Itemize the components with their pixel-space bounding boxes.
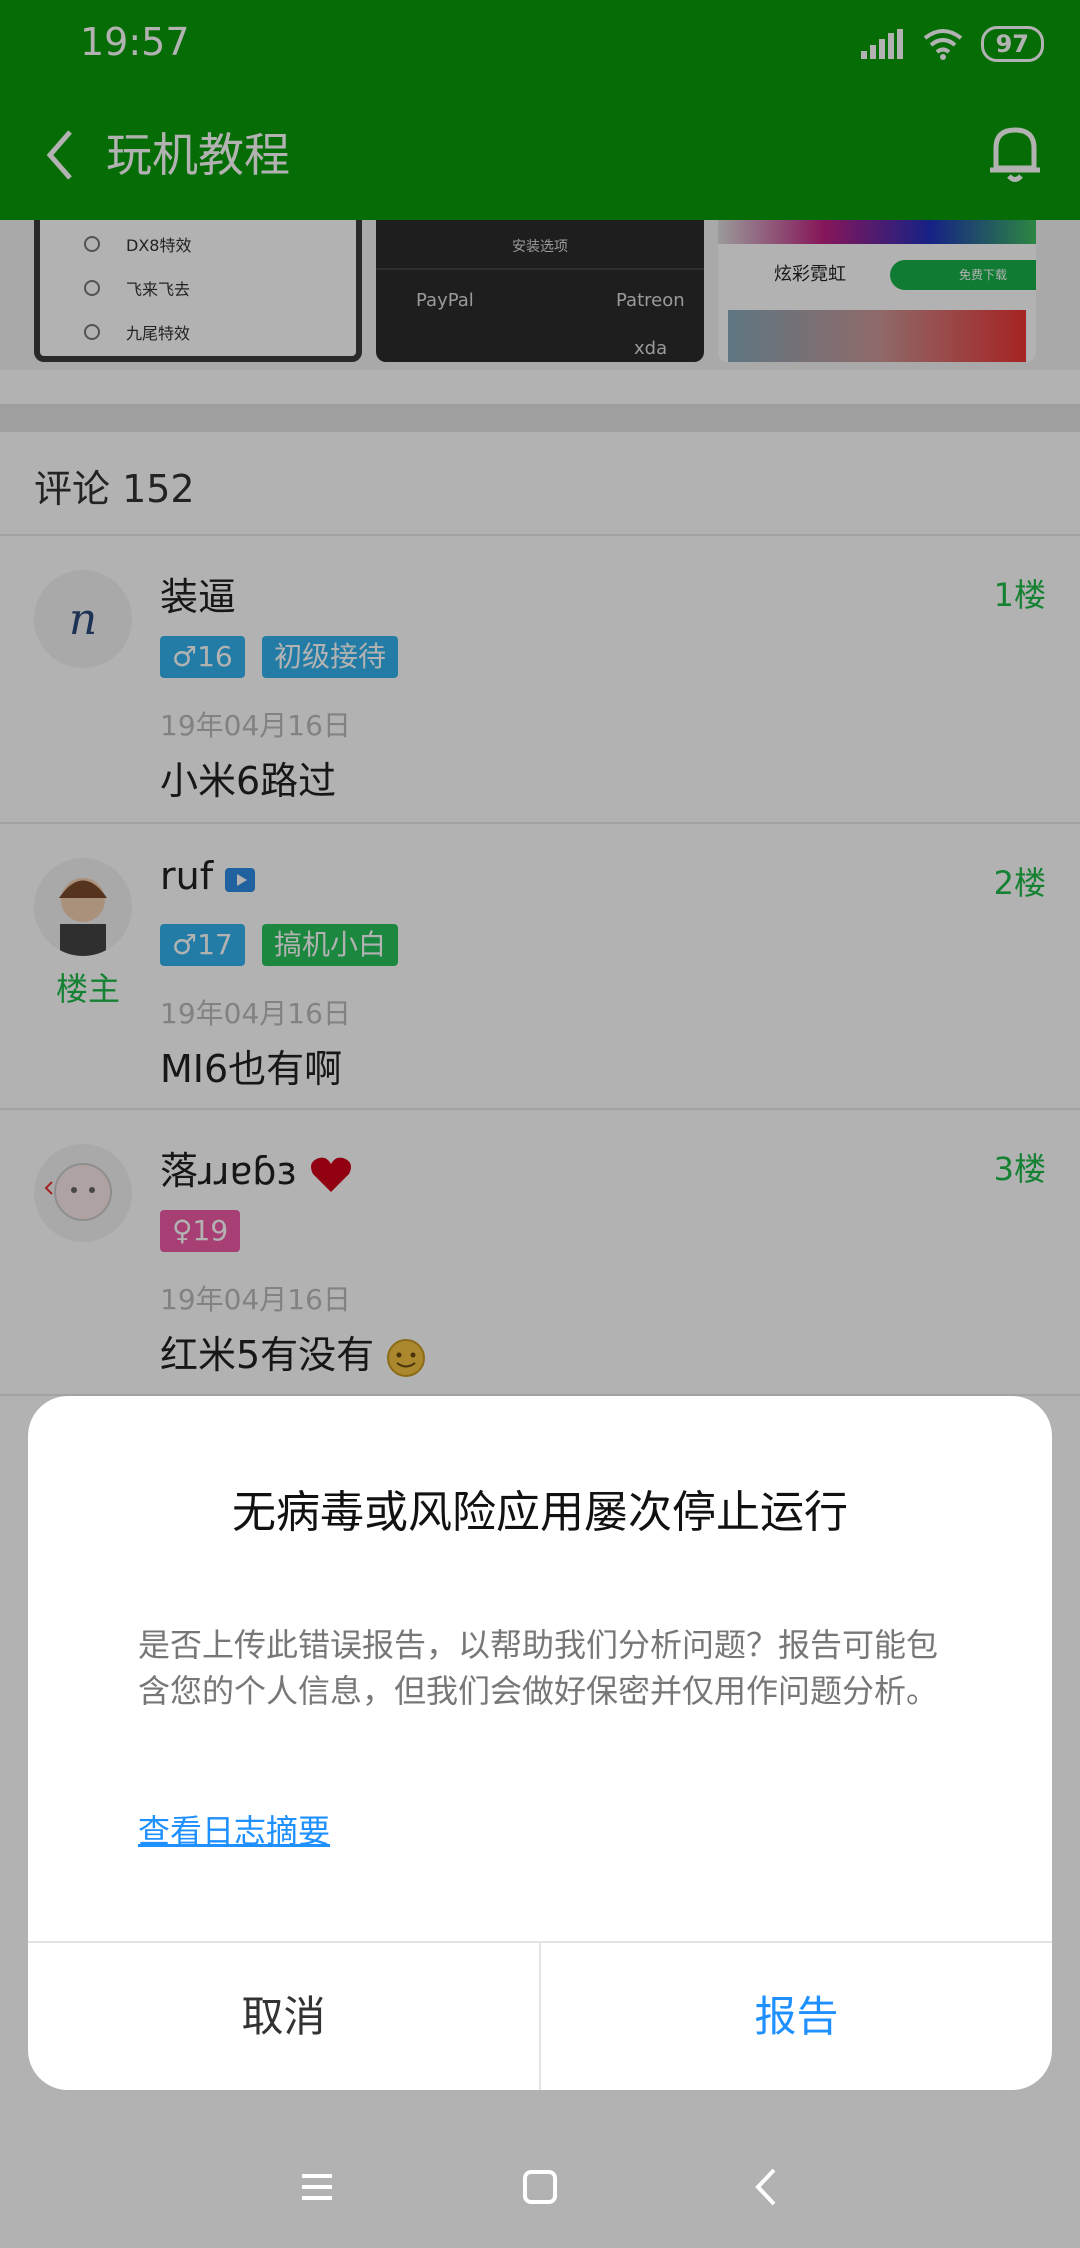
dialog-message: 是否上传此错误报告，以帮助我们分析问题？报告可能包含您的个人信息，但我们会做好保…: [138, 1626, 939, 1710]
back-arrow-icon: [755, 2168, 776, 2206]
menu-button[interactable]: [282, 2152, 352, 2222]
cancel-button[interactable]: 取消: [28, 1943, 539, 2090]
view-log-summary-link[interactable]: 查看日志摘要: [138, 1806, 330, 1852]
dialog-title: 无病毒或风险应用屡次停止运行: [232, 1487, 848, 1538]
home-button[interactable]: [505, 2152, 575, 2222]
error-report-dialog: 无病毒或风险应用屡次停止运行 是否上传此错误报告，以帮助我们分析问题？报告可能包…: [28, 1396, 1052, 2090]
home-square-icon: [523, 2170, 557, 2204]
system-nav-bar: [0, 2124, 1080, 2248]
menu-icon: [302, 2174, 332, 2200]
report-button[interactable]: 报告: [541, 1943, 1052, 2090]
back-nav-button[interactable]: [730, 2152, 800, 2222]
